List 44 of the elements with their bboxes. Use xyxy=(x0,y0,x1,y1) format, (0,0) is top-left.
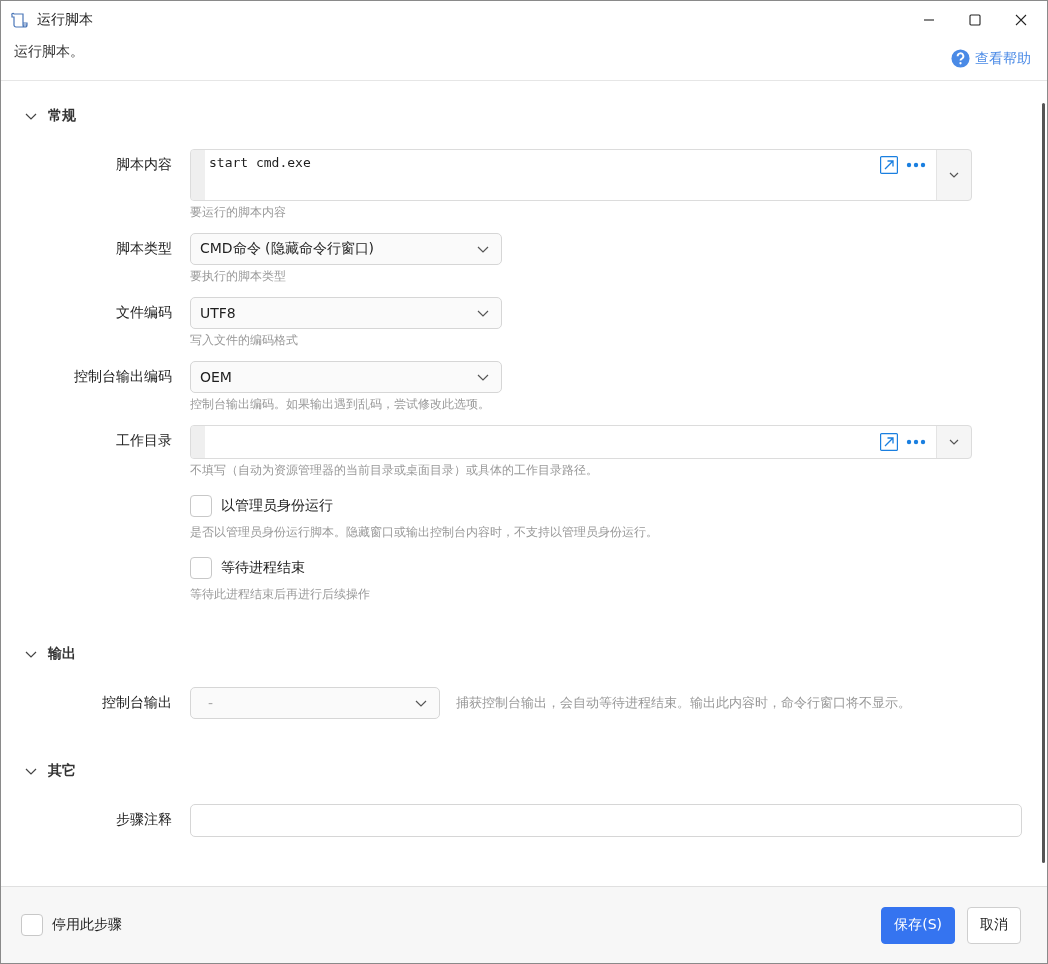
dialog-description: 运行脚本。 xyxy=(14,43,84,61)
field-hint: 要运行的脚本内容 xyxy=(190,205,287,220)
dropdown-select[interactable]: CMD命令 (隐藏命令行窗口) xyxy=(190,233,502,265)
checkbox-label[interactable]: 等待进程结束 xyxy=(221,559,305,577)
checkbox-label[interactable]: 停用此步骤 xyxy=(52,916,122,934)
script-field[interactable]: start cmd.exe xyxy=(190,149,972,201)
field-hint: 控制台输出编码。如果输出遇到乱码，尝试修改此选项。 xyxy=(190,397,491,412)
close-icon[interactable] xyxy=(1015,14,1027,26)
checkbox-label[interactable]: 以管理员身份运行 xyxy=(221,497,333,515)
field-label: 控制台输出 xyxy=(102,694,172,710)
expand-icon[interactable] xyxy=(880,156,898,174)
checkbox[interactable] xyxy=(21,914,43,936)
scrollbar-thumb[interactable] xyxy=(1042,103,1045,863)
help-icon[interactable] xyxy=(951,49,970,68)
field-label: 工作目录 xyxy=(116,432,172,448)
field-label: 脚本类型 xyxy=(116,240,172,256)
field-label: 步骤注释 xyxy=(116,811,172,827)
field-hint: 等待此进程结束后再进行后续操作 xyxy=(190,587,371,602)
cancel-button[interactable]: 取消 xyxy=(967,906,1021,944)
field-hint: 捕获控制台输出，会自动等待进程结束。输出此内容时，命令行窗口将不显示。 xyxy=(456,694,911,712)
expand-icon[interactable] xyxy=(880,433,898,451)
field-hint: 不填写（自动为资源管理器的当前目录或桌面目录）或具体的工作目录路径。 xyxy=(190,463,599,478)
maximize-icon[interactable] xyxy=(969,14,981,26)
field-label: 脚本内容 xyxy=(116,156,172,172)
field-label: 控制台输出编码 xyxy=(74,368,172,384)
dropdown-select[interactable]: OEM xyxy=(190,361,502,393)
more-icon[interactable] xyxy=(906,439,926,445)
checkbox[interactable] xyxy=(190,557,212,579)
field-hint: 要执行的脚本类型 xyxy=(190,269,287,284)
help-link[interactable]: 查看帮助 xyxy=(951,49,1031,68)
more-icon[interactable] xyxy=(906,162,926,168)
checkbox[interactable] xyxy=(190,495,212,517)
section-header[interactable]: 常规 xyxy=(1,101,1047,131)
section-header[interactable]: 其它 xyxy=(1,756,1047,786)
section-header[interactable]: 输出 xyxy=(1,639,1047,669)
dropdown-select[interactable]: UTF8 xyxy=(190,297,502,329)
field-label: 文件编码 xyxy=(116,304,172,320)
script-field[interactable] xyxy=(190,425,972,459)
window-title: 运行脚本 xyxy=(37,11,93,29)
text-field[interactable] xyxy=(190,804,1022,837)
field-hint: 写入文件的编码格式 xyxy=(190,333,299,348)
field-hint: 是否以管理员身份运行脚本。隐藏窗口或输出控制台内容时，不支持以管理员身份运行。 xyxy=(190,525,659,540)
scroll-icon xyxy=(11,11,29,29)
save-button[interactable]: 保存(S) xyxy=(881,906,955,944)
